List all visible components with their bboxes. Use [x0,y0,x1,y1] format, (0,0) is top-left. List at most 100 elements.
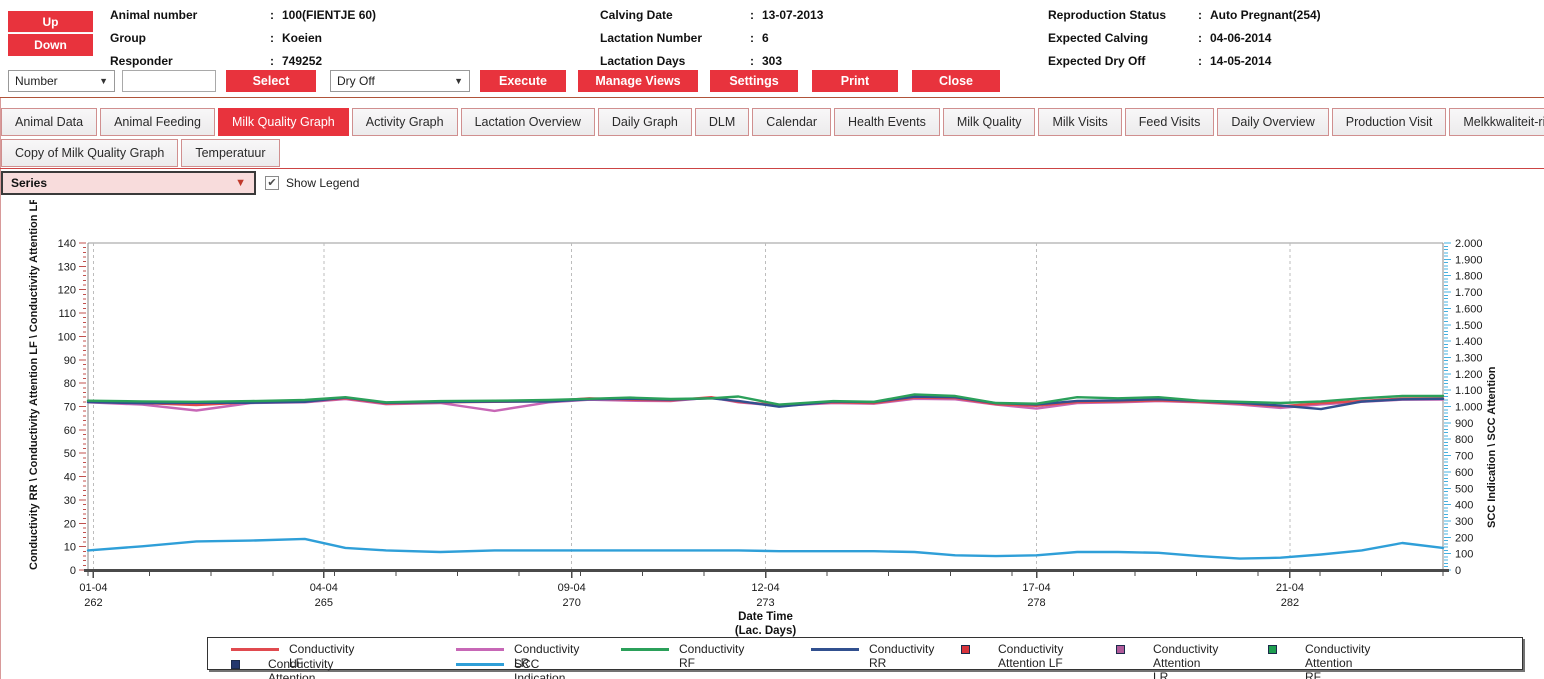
chevron-down-icon: ▼ [454,76,463,86]
tab-milk-quality[interactable]: Milk Quality [942,108,1036,136]
legend-line-icon [231,648,279,651]
svg-text:40: 40 [64,472,76,484]
tabs-bottom-line [0,168,1544,169]
svg-text:1.500: 1.500 [1455,320,1483,332]
svg-text:500: 500 [1455,483,1473,495]
animal-info-column-1: Animal number:100(FIENTJE 60) Group: Koeie… [110,3,376,72]
main-tab-bar: Animal Data Animal Feeding Milk Quality Gr… [1,108,1544,138]
print-button[interactable]: Print [812,70,898,92]
animal-search-input[interactable] [122,70,216,92]
legend-label: Conductivity RR [869,642,935,670]
tab-activity-graph[interactable]: Activity Graph [351,108,458,136]
tab-daily-overview[interactable]: Daily Overview [1217,108,1329,136]
show-legend-label: Show Legend [286,176,360,190]
up-button[interactable]: Up [8,11,93,33]
info-value: 13-07-2013 [762,7,824,22]
info-row: Reproduction Status: Auto Pregnant(254) [1048,3,1321,26]
tab-animal-feeding[interactable]: Animal Feeding [100,108,215,136]
tab-feed-visits[interactable]: Feed Visits [1124,108,1215,136]
secondary-tab-bar: Copy of Milk Quality Graph Temperatuur [1,139,1544,168]
left-axis-label: Conductivity RR \ Conductivity Attention… [28,200,40,570]
svg-text:30: 30 [64,495,76,507]
animal-info-column-2: Calving Date:13-07-2013 Lactation Number:… [600,3,823,72]
info-row: Animal number:100(FIENTJE 60) [110,3,376,26]
svg-text:1.600: 1.600 [1455,303,1483,315]
right-axis-label: SCC Indication \ SCC Attention [1486,366,1498,528]
legend-label: Conductivity Attention RR [268,657,334,679]
info-colon: : [750,30,754,45]
tab-copy-of-milk-quality-graph[interactable]: Copy of Milk Quality Graph [1,139,179,167]
svg-text:270: 270 [563,597,581,609]
info-colon: : [270,7,274,22]
search-type-dropdown[interactable]: Number ▼ [8,70,115,92]
tab-dlm[interactable]: DLM [694,108,750,136]
info-label: Expected Dry Off [1048,53,1146,68]
legend-label: SCC Indication [514,657,566,679]
settings-button[interactable]: Settings [710,70,798,92]
show-legend-checkbox[interactable]: ✔ [265,176,279,190]
legend-line-icon [456,648,504,651]
svg-text:100: 100 [1455,549,1473,561]
chevron-down-icon: ▼ [235,177,246,189]
select-button[interactable]: Select [226,70,316,92]
tab-calendar[interactable]: Calendar [752,108,832,136]
execute-button[interactable]: Execute [480,70,566,92]
info-label: Lactation Days [600,53,686,68]
legend-square-icon [1116,645,1125,654]
svg-text:120: 120 [58,285,76,297]
series-dropdown-value: Series [11,176,48,190]
info-colon: : [750,7,754,22]
chart-legend: Conductivity LF Conductivity LR Conductivi… [207,637,1523,679]
tab-melkkwaliteit-richting[interactable]: Melkkwaliteit-richting [1449,108,1544,136]
svg-text:300: 300 [1455,516,1473,528]
legend-label: Conductivity Attention LR [1153,642,1219,679]
close-button[interactable]: Close [912,70,1000,92]
action-dropdown[interactable]: Dry Off ▼ [330,70,470,92]
tab-temperatuur[interactable]: Temperatuur [181,139,280,167]
svg-text:140: 140 [58,238,76,250]
svg-text:278: 278 [1027,597,1045,609]
legend-label: Conductivity Attention LF [998,642,1064,670]
tab-production-visit[interactable]: Production Visit [1331,108,1447,136]
info-label: Reproduction Status [1048,7,1167,22]
info-colon: : [1198,7,1202,22]
series-dropdown[interactable]: Series ▼ [1,171,256,195]
down-button[interactable]: Down [8,34,93,56]
tab-milk-visits[interactable]: Milk Visits [1038,108,1122,136]
legend-square-icon [961,645,970,654]
svg-text:21-04: 21-04 [1276,582,1304,594]
svg-text:100: 100 [58,331,76,343]
info-label: Expected Calving [1048,30,1149,45]
milk-quality-chart: 0 10 20 30 40 50 60 70 80 90 100 110 120 130 140 0 100 20… [0,200,1544,679]
svg-text:130: 130 [58,261,76,273]
search-type-value: Number [15,74,58,88]
legend-label: Conductivity Attention RF [1305,642,1371,679]
manage-views-button[interactable]: Manage Views [578,70,698,92]
info-row: Responder:749252 [110,49,376,72]
svg-text:1.000: 1.000 [1455,402,1483,414]
info-colon: : [750,53,754,68]
info-label: Lactation Number [600,30,703,45]
info-colon: : [270,53,274,68]
info-value: 303 [762,53,783,68]
tab-milk-quality-graph[interactable]: Milk Quality Graph [217,108,349,136]
svg-text:1.100: 1.100 [1455,385,1483,397]
svg-text:10: 10 [64,542,76,554]
svg-text:110: 110 [58,308,76,320]
svg-text:1.200: 1.200 [1455,369,1483,381]
tab-daily-graph[interactable]: Daily Graph [597,108,692,136]
tab-health-events[interactable]: Health Events [834,108,940,136]
info-row: Lactation Days:303 [600,49,823,72]
svg-text:200: 200 [1455,532,1473,544]
svg-text:09-04: 09-04 [558,582,586,594]
svg-text:17-04: 17-04 [1022,582,1050,594]
tab-animal-data[interactable]: Animal Data [1,108,98,136]
info-row: Expected Dry Off:14-05-2014 [1048,49,1321,72]
tab-lactation-overview[interactable]: Lactation Overview [460,108,595,136]
svg-text:1.300: 1.300 [1455,352,1483,364]
action-dropdown-value: Dry Off [337,74,375,88]
info-row: Expected Calving:04-06-2014 [1048,26,1321,49]
info-label: Responder [110,53,173,68]
legend-square-icon [231,660,240,669]
svg-text:265: 265 [315,597,333,609]
